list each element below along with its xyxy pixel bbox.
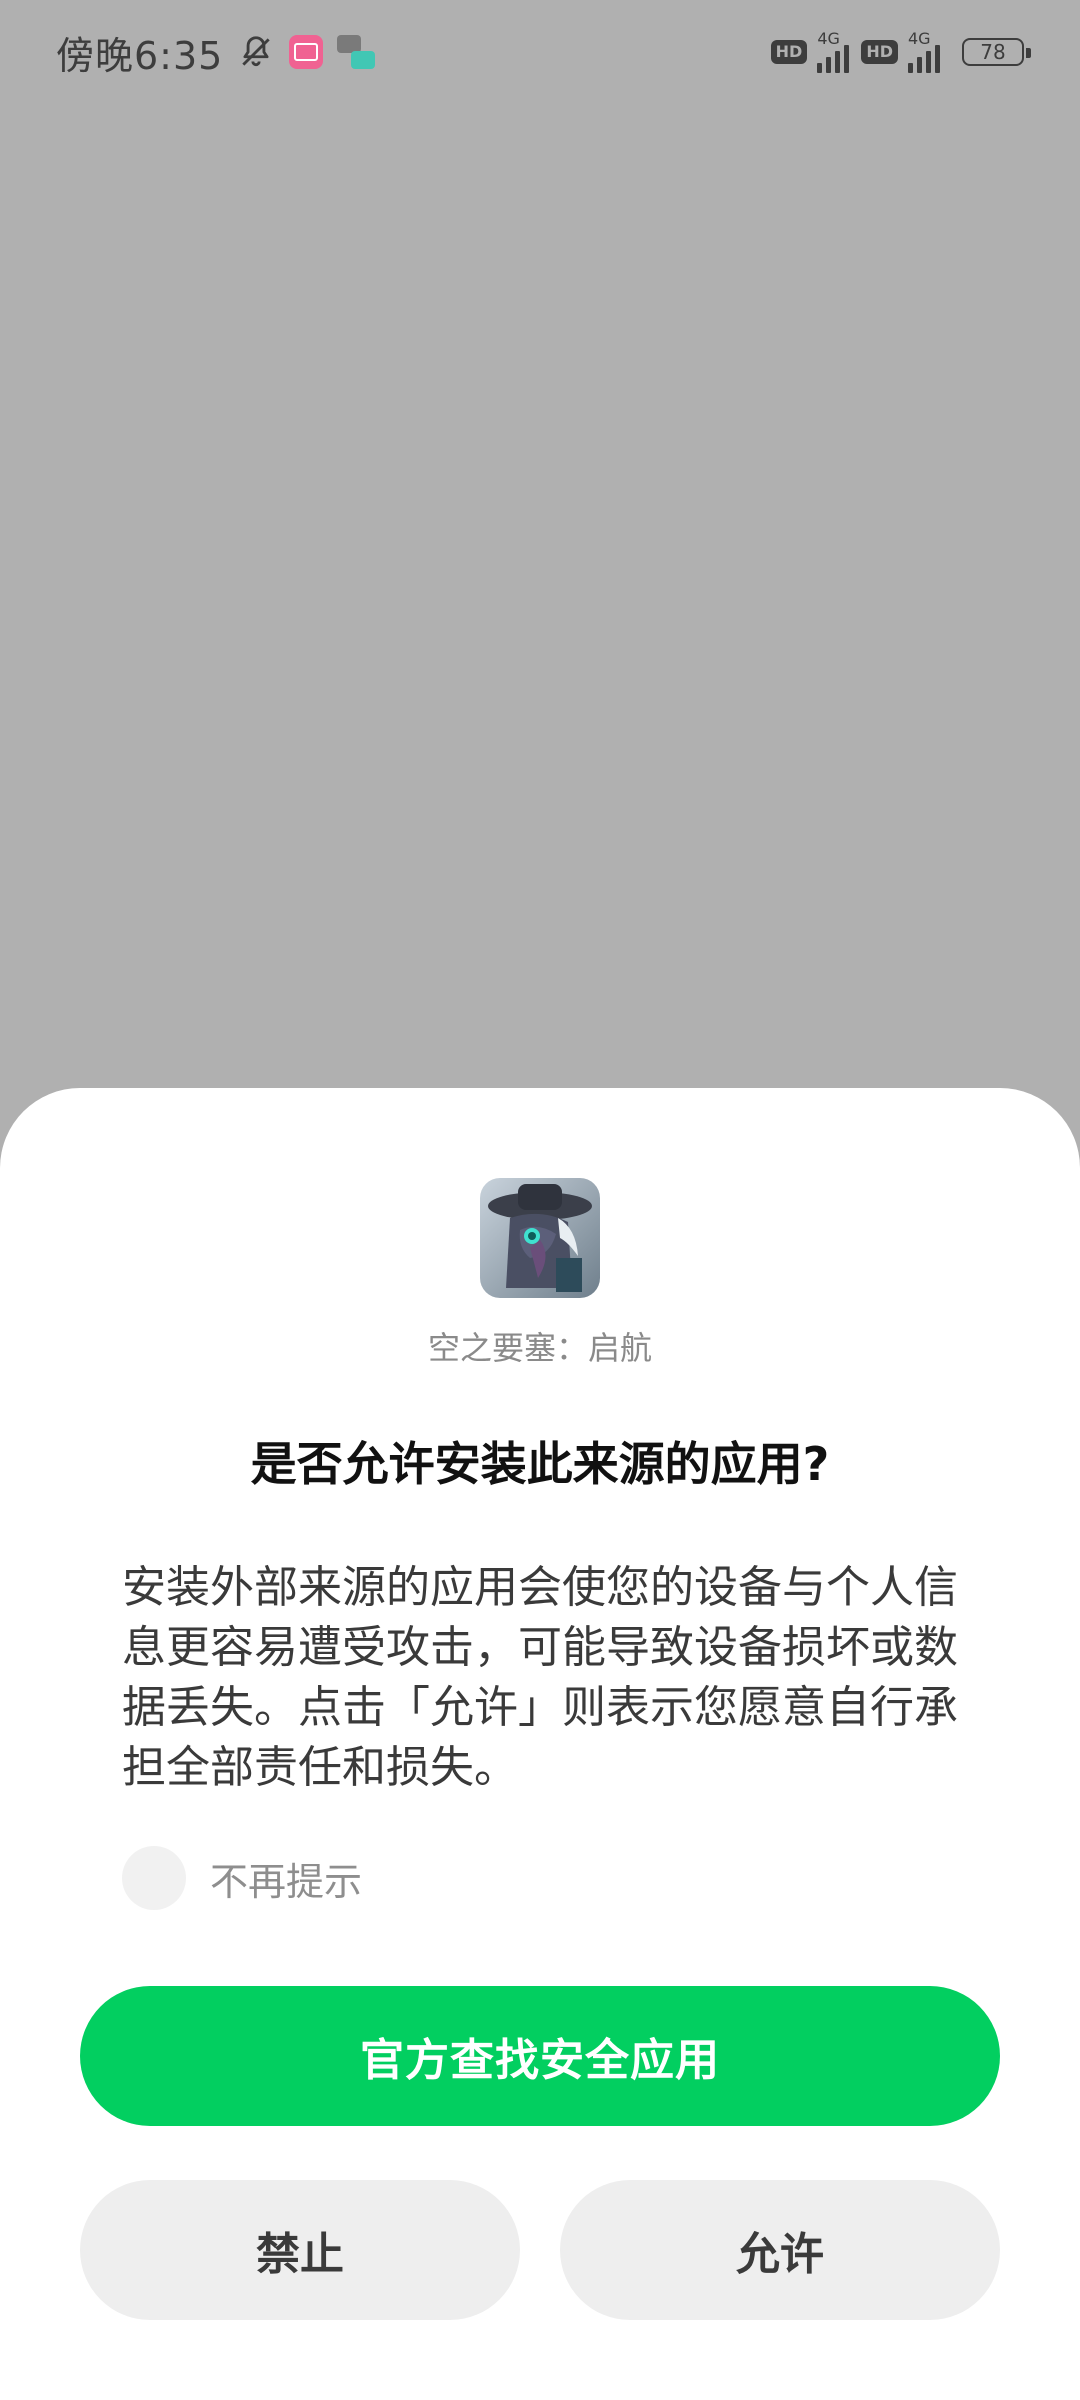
dont-remind-label: 不再提示	[210, 1859, 363, 1904]
signal-sim1: 4G	[817, 31, 850, 73]
dialog-title: 是否允许安装此来源的应用?	[250, 1437, 830, 1491]
dont-remind-row[interactable]: 不再提示	[122, 1846, 362, 1910]
bell-off-icon	[242, 36, 271, 67]
signal-bars-icon	[817, 43, 850, 73]
app-notification-icon	[289, 35, 324, 69]
app-icon	[480, 1178, 600, 1298]
app-name: 空之要塞：启航	[427, 1329, 652, 1367]
deny-button[interactable]: 禁止	[80, 2180, 520, 2320]
battery-icon: 78	[962, 38, 1031, 66]
app-icon-artwork	[480, 1178, 600, 1298]
status-bar: 傍晚6:35 HD 4G HD 4G 78	[0, 0, 1080, 104]
chat-notification-icon	[337, 35, 376, 69]
status-time: 傍晚6:35	[56, 33, 224, 78]
signal-sim2: 4G	[908, 31, 940, 73]
signal-bars-icon	[908, 43, 940, 73]
dont-remind-checkbox[interactable]	[122, 1846, 186, 1910]
hd-badge-sim1: HD	[770, 40, 808, 64]
status-right: HD 4G HD 4G 78	[770, 31, 1031, 73]
hd-badge-sim2: HD	[861, 40, 898, 64]
status-left: 傍晚6:35	[56, 25, 376, 80]
battery-level: 78	[980, 40, 1006, 64]
find-safe-app-button[interactable]: 官方查找安全应用	[80, 1986, 1000, 2126]
allow-button[interactable]: 允许	[560, 2180, 1000, 2320]
dialog-message: 安装外部来源的应用会使您的设备与个人信息更容易遭受攻击，可能导致设备损坏或数据丢…	[122, 1562, 958, 1793]
install-permission-sheet: 空之要塞：启航 是否允许安装此来源的应用? 安装外部来源的应用会使您的设备与个人…	[0, 1088, 1080, 2400]
